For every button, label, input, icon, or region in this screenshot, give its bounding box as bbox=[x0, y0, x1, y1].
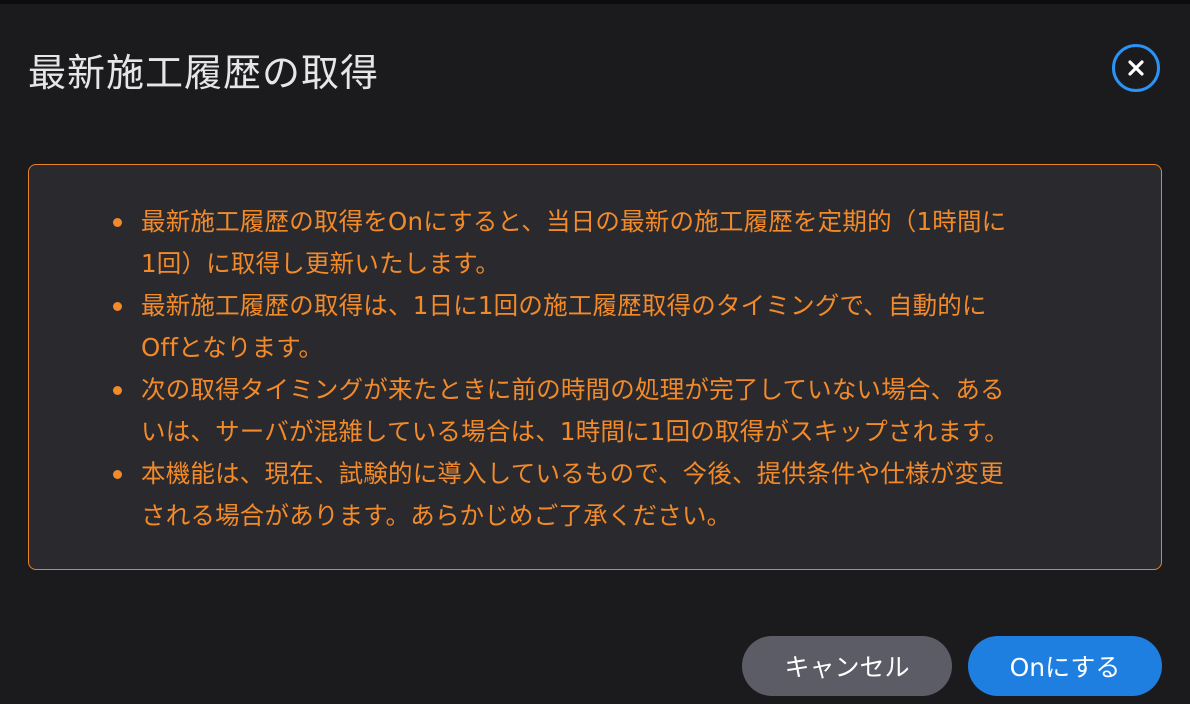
dialog: 最新施工履歴の取得 最新施工履歴の取得をOnにすると、当日の最新の施工履歴を定期… bbox=[0, 0, 1190, 704]
notice-item-line: 最新施工履歴の取得をOnにすると、当日の最新の施工履歴を定期的（1時間に bbox=[141, 207, 1007, 236]
notice-item-line: いは、サーバが混雑している場合は、1時間に1回の取得がスキップされます。 bbox=[141, 417, 1009, 446]
notice-item: 最新施工履歴の取得は、1日に1回の施工履歴取得のタイミングで、自動的に Offと… bbox=[113, 285, 1113, 369]
notice-item-line: 最新施工履歴の取得は、1日に1回の施工履歴取得のタイミングで、自動的に bbox=[141, 291, 987, 320]
bullet-icon bbox=[113, 218, 122, 227]
bullet-icon bbox=[113, 302, 122, 311]
notice-box: 最新施工履歴の取得をOnにすると、当日の最新の施工履歴を定期的（1時間に 1回）… bbox=[28, 164, 1162, 570]
notice-item: 次の取得タイミングが来たときに前の時間の処理が完了していない場合、ある いは、サ… bbox=[113, 369, 1113, 453]
notice-item-line: Offとなります。 bbox=[141, 333, 324, 362]
turn-on-button[interactable]: Onにする bbox=[968, 636, 1162, 696]
notice-item-line: される場合があります。あらかじめご了承ください。 bbox=[141, 501, 732, 530]
bullet-icon bbox=[113, 470, 122, 479]
notice-item-line: 次の取得タイミングが来たときに前の時間の処理が完了していない場合、ある bbox=[141, 375, 1005, 404]
notice-item: 最新施工履歴の取得をOnにすると、当日の最新の施工履歴を定期的（1時間に 1回）… bbox=[113, 201, 1113, 285]
close-icon bbox=[1125, 57, 1147, 79]
notice-item-line: 1回）に取得し更新いたします。 bbox=[141, 249, 501, 278]
notice-list: 最新施工履歴の取得をOnにすると、当日の最新の施工履歴を定期的（1時間に 1回）… bbox=[113, 201, 1113, 537]
notice-item-line: 本機能は、現在、試験的に導入しているもので、今後、提供条件や仕様が変更 bbox=[141, 459, 1004, 488]
close-button[interactable] bbox=[1112, 44, 1160, 92]
dialog-title: 最新施工履歴の取得 bbox=[28, 51, 380, 95]
cancel-button[interactable]: キャンセル bbox=[742, 636, 952, 696]
bullet-icon bbox=[113, 386, 122, 395]
notice-item: 本機能は、現在、試験的に導入しているもので、今後、提供条件や仕様が変更 される場… bbox=[113, 453, 1113, 537]
